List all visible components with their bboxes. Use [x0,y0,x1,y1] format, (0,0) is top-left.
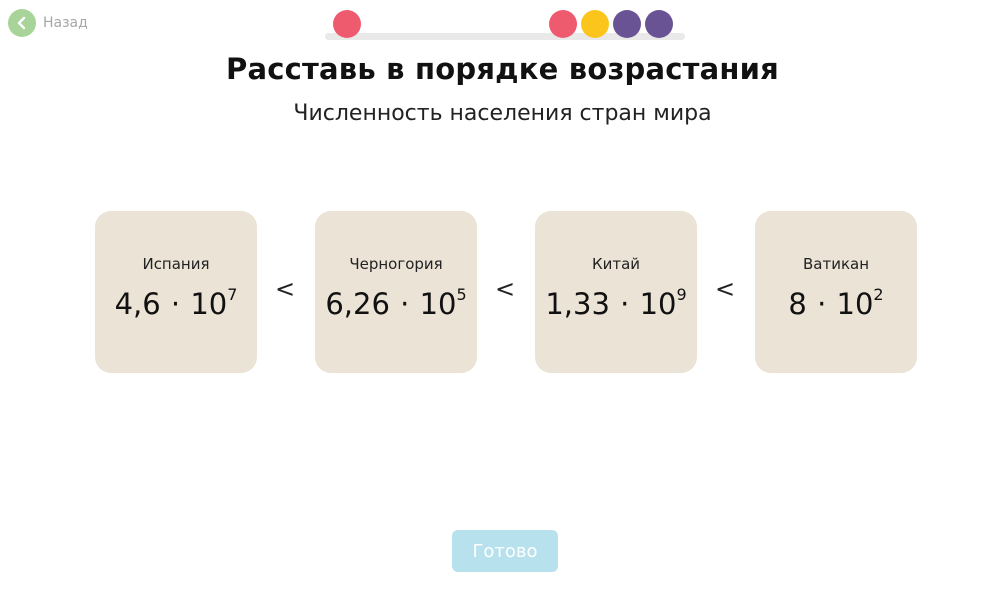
less-than-sign: < [714,275,736,303]
back-label[interactable]: Назад [43,15,88,31]
mantissa: 6,26 [325,287,390,321]
less-than-sign: < [274,275,296,303]
base: 10 [639,287,677,321]
back-button[interactable]: Назад [8,9,88,37]
exponent: 2 [873,285,884,305]
country-name: Китай [591,255,641,273]
country-name: Ватикан [802,255,870,273]
country-name: Испания [142,255,210,273]
base: 10 [190,287,228,321]
country-card[interactable]: Испания 4,6 · 107 [95,211,257,373]
exponent: 5 [456,285,467,305]
progress-bar [325,8,685,44]
multiply-dot: · [400,287,410,321]
done-button[interactable]: Готово [452,530,558,572]
exponent: 9 [676,285,687,305]
population-value: 1,33 · 109 [535,285,697,321]
chevron-left-icon [17,16,26,30]
country-card[interactable]: Китай 1,33 · 109 [535,211,697,373]
population-value: 8 · 102 [755,285,917,321]
multiply-dot: · [170,287,181,321]
base: 10 [419,287,457,321]
progress-dot [613,10,641,38]
progress-dot [549,10,577,38]
mantissa: 4,6 [114,287,161,321]
multiply-dot: · [620,287,630,321]
multiply-dot: · [817,287,827,321]
page-title: Расставь в порядке возрастания [225,52,780,86]
page-subtitle: Численность населения стран мира [293,101,712,126]
country-name: Черногория [349,255,443,273]
mantissa: 8 [788,287,807,321]
country-card[interactable]: Ватикан 8 · 102 [755,211,917,373]
mantissa: 1,33 [545,287,610,321]
progress-dot [581,10,609,38]
population-value: 4,6 · 107 [95,285,257,321]
exponent: 7 [227,285,238,305]
country-card[interactable]: Черногория 6,26 · 105 [315,211,477,373]
less-than-sign: < [494,275,516,303]
base: 10 [836,287,874,321]
back-icon-circle[interactable] [8,9,36,37]
population-value: 6,26 · 105 [315,285,477,321]
progress-dot [645,10,673,38]
progress-dot [333,10,361,38]
